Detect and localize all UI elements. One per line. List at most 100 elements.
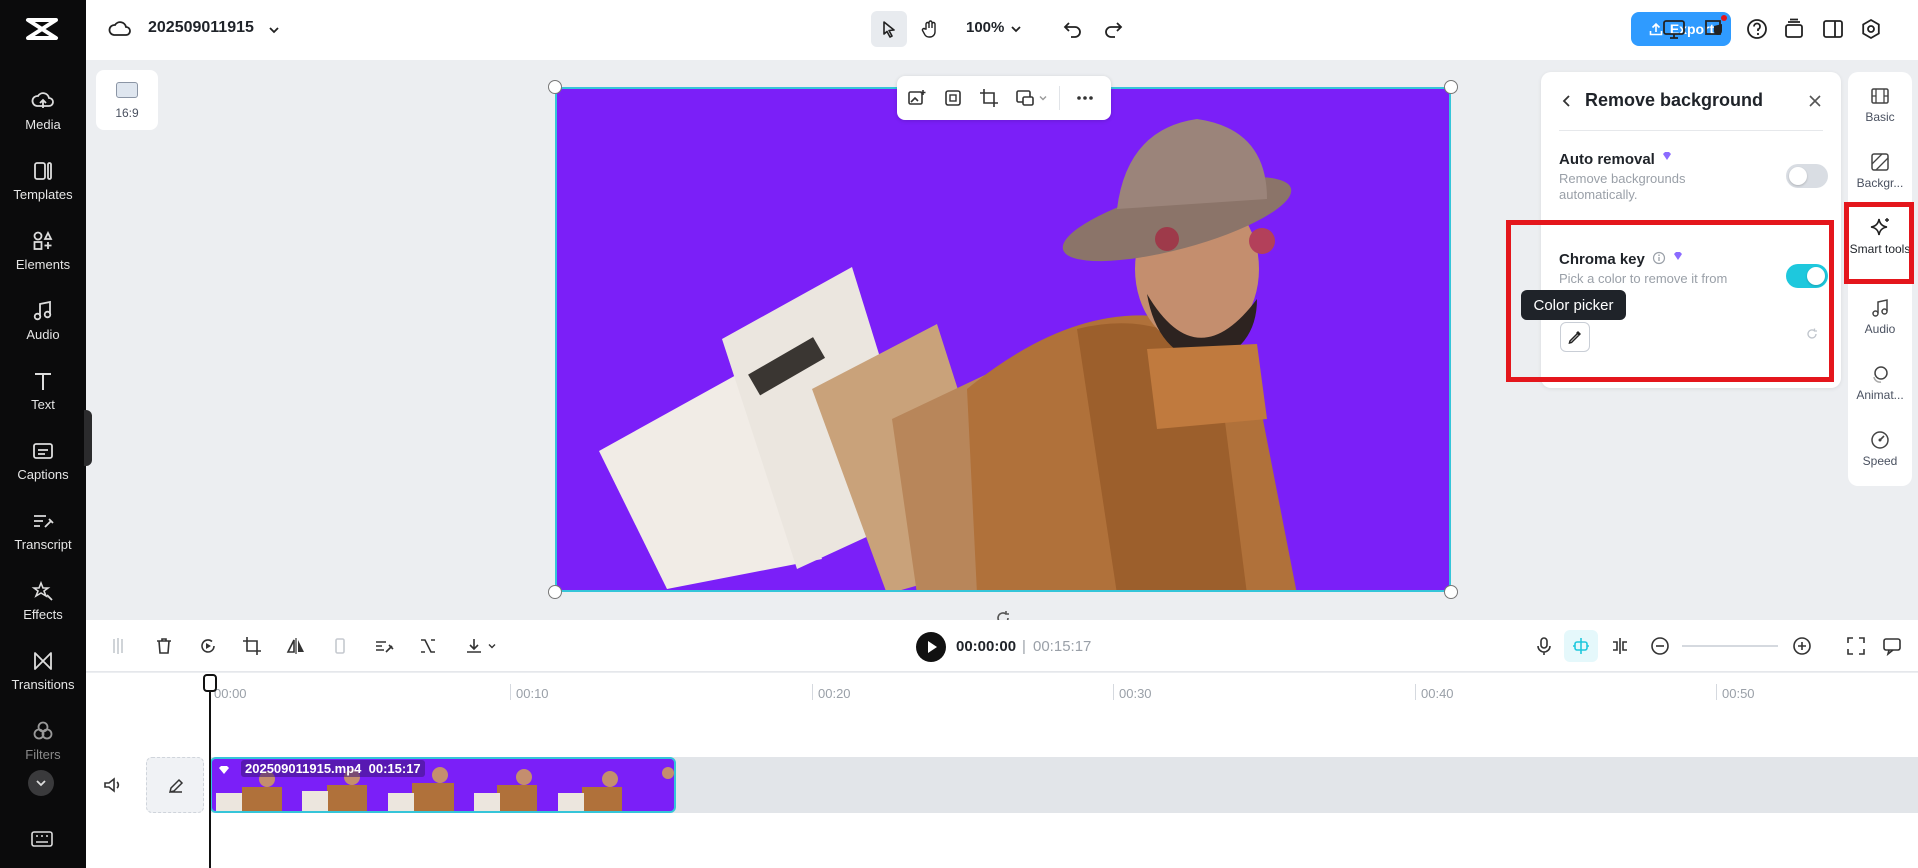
tab-basic[interactable]: Basic (1848, 86, 1912, 124)
download-icon[interactable] (464, 636, 484, 656)
trim-icon[interactable] (418, 636, 438, 656)
tab-speed[interactable]: Speed (1848, 430, 1912, 468)
close-icon[interactable] (1807, 93, 1823, 109)
zoom-level[interactable]: 100% (966, 19, 1004, 36)
select-tool-button[interactable] (871, 11, 907, 47)
undo-icon[interactable] (1062, 18, 1084, 40)
chevron-down-icon[interactable] (486, 640, 498, 652)
tab-smart-tools[interactable]: Smart tools (1848, 216, 1912, 256)
resize-handle-top-left[interactable] (548, 80, 562, 94)
project-name[interactable]: 202509011915 (148, 19, 254, 37)
fit-frame-icon[interactable] (943, 88, 963, 108)
ruler-tick: 00:10 (516, 686, 549, 701)
track-volume-icon[interactable] (102, 775, 122, 795)
shield-notification-icon[interactable] (1702, 14, 1728, 40)
playhead[interactable] (209, 676, 211, 868)
fullscreen-icon[interactable] (1846, 636, 1866, 656)
microphone-icon[interactable] (1534, 636, 1554, 656)
left-sidebar: Media Templates Elements Audio Text Capt… (0, 0, 86, 868)
replay-icon[interactable] (198, 636, 218, 656)
sidebar-item-audio[interactable]: Audio (0, 300, 86, 364)
sidebar-item-templates[interactable]: Templates (0, 160, 86, 224)
premium-gem-icon (1663, 152, 1672, 160)
timeline-zoom-slider[interactable] (1682, 645, 1778, 647)
stack-icon[interactable] (1783, 18, 1805, 40)
delete-icon[interactable] (154, 636, 174, 656)
chevron-down-icon[interactable] (1037, 92, 1049, 104)
chevron-down-icon[interactable] (1009, 22, 1023, 36)
sidebar-item-label: Text (31, 397, 55, 412)
video-preview[interactable] (555, 87, 1451, 592)
info-icon[interactable] (1652, 251, 1666, 265)
sidebar-item-label: Elements (15, 257, 71, 272)
ruler-tick: 00:40 (1421, 686, 1454, 701)
effects-icon (31, 580, 53, 601)
sidebar-resize-handle[interactable] (84, 410, 92, 466)
sidebar-item-text[interactable]: Text (0, 370, 86, 434)
redo-icon[interactable] (1102, 18, 1124, 40)
video-frame-image (557, 89, 1449, 590)
chevron-down-icon[interactable] (266, 22, 282, 38)
playhead-handle[interactable] (203, 674, 217, 692)
toolbar-divider (1059, 86, 1060, 110)
play-button[interactable] (916, 632, 946, 662)
tab-animation[interactable]: Animat... (1848, 364, 1912, 402)
sidebar-item-elements[interactable]: Elements (0, 230, 86, 294)
freeze-frame-icon[interactable] (330, 636, 350, 656)
more-options-icon[interactable] (1075, 88, 1095, 108)
back-arrow-icon[interactable] (1559, 93, 1575, 109)
resize-handle-bottom-left[interactable] (548, 585, 562, 599)
clip-name: 202509011915.mp4 (245, 761, 362, 776)
crop-icon[interactable] (979, 88, 999, 108)
ruler-line (1415, 684, 1416, 700)
sidebar-expand-button[interactable] (28, 770, 54, 796)
premium-gem-icon (1674, 252, 1683, 260)
crop-icon[interactable] (242, 636, 262, 656)
total-duration: 00:15:17 (1033, 638, 1092, 655)
speed-curve-icon[interactable] (374, 636, 394, 656)
sidebar-item-captions[interactable]: Captions (0, 440, 86, 504)
sidebar-item-effects[interactable]: Effects (0, 580, 86, 644)
help-icon[interactable] (1746, 18, 1768, 40)
sidebar-item-transitions[interactable]: Transitions (0, 650, 86, 714)
cloud-save-icon[interactable] (108, 18, 132, 40)
keyboard-icon[interactable] (30, 830, 54, 848)
flip-icon[interactable] (286, 636, 306, 656)
feedback-icon[interactable] (1882, 636, 1902, 656)
mask-icon[interactable] (1015, 88, 1035, 108)
split-audio-icon[interactable] (1610, 636, 1630, 656)
ruler-tick: 00:50 (1722, 686, 1755, 701)
auto-removal-toggle[interactable] (1786, 164, 1828, 188)
tab-audio[interactable]: Audio (1848, 298, 1912, 336)
replace-image-icon[interactable] (907, 88, 927, 108)
reset-icon[interactable] (1805, 327, 1819, 341)
resize-handle-top-right[interactable] (1444, 80, 1458, 94)
toggle-knob (1807, 267, 1825, 285)
resize-handle-bottom-right[interactable] (1444, 585, 1458, 599)
chroma-key-toggle[interactable] (1786, 264, 1828, 288)
split-icon[interactable] (108, 636, 128, 656)
aspect-ratio-button[interactable]: 16:9 (96, 70, 158, 130)
hand-tool-button[interactable] (912, 11, 948, 47)
color-picker-button[interactable] (1560, 322, 1590, 352)
sidebar-item-transcript[interactable]: Transcript (0, 510, 86, 574)
color-picker-tooltip: Color picker (1521, 290, 1626, 320)
monitor-icon[interactable] (1662, 18, 1686, 40)
track-edit-button[interactable] (146, 757, 204, 813)
auto-snap-button[interactable] (1564, 630, 1598, 662)
clip-badge-icon (219, 766, 229, 774)
ruler-line (1716, 684, 1717, 700)
zoom-out-icon[interactable] (1650, 636, 1670, 656)
sidebar-item-media[interactable]: Media (0, 90, 86, 154)
aspect-ratio-label: 16:9 (115, 106, 139, 120)
panel-divider (1559, 130, 1823, 131)
pointer-icon (883, 21, 895, 38)
zoom-in-icon[interactable] (1792, 636, 1812, 656)
hand-icon (921, 20, 936, 38)
animation-icon (1873, 366, 1888, 383)
tab-background[interactable]: Backgr... (1848, 152, 1912, 190)
settings-icon[interactable] (1860, 18, 1882, 40)
sidebar-item-label: Templates (13, 187, 73, 202)
layout-panel-icon[interactable] (1822, 18, 1844, 40)
filters-icon (33, 721, 53, 740)
